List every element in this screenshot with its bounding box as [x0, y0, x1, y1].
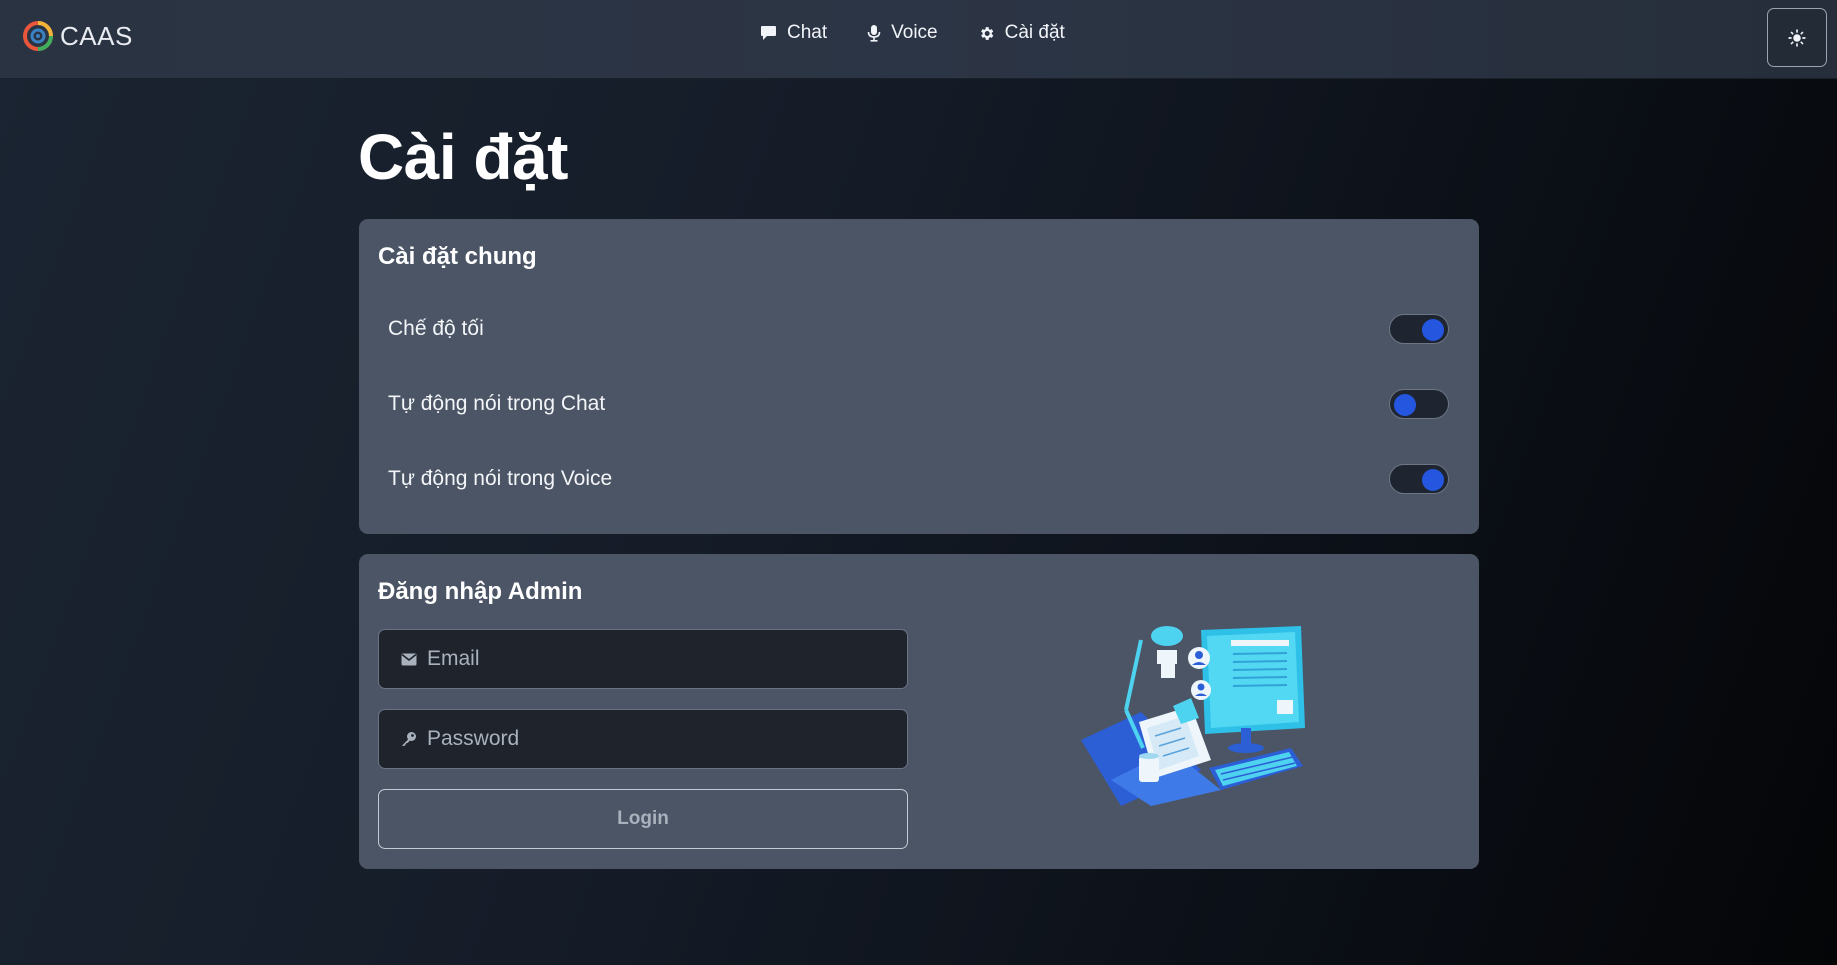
- auto-speak-voice-toggle[interactable]: [1389, 464, 1449, 494]
- workspace-illustration: [1081, 626, 1305, 806]
- envelope-icon: [401, 653, 417, 665]
- admin-login-title: Đăng nhập Admin: [378, 578, 583, 605]
- setting-label: Chế độ tối: [388, 317, 484, 340]
- toggle-knob: [1422, 319, 1444, 341]
- toggle-knob: [1394, 394, 1416, 416]
- caas-logo-icon: [23, 21, 53, 51]
- nav-item-label: Chat: [787, 22, 828, 43]
- general-settings-title: Cài đặt chung: [378, 243, 537, 270]
- brand-link[interactable]: CAAS: [22, 18, 133, 54]
- sun-icon: [1788, 28, 1806, 47]
- brand-name: CAAS: [60, 20, 133, 51]
- nav-item-label: Cài đặt: [1004, 22, 1065, 43]
- auto-speak-chat-toggle[interactable]: [1389, 389, 1449, 419]
- nav-item-voice[interactable]: Voice: [867, 22, 938, 44]
- microphone-icon: [867, 25, 881, 42]
- key-icon: [402, 732, 416, 746]
- email-field-wrapper: [378, 629, 908, 689]
- top-navbar: CAAS Chat Voice Cài đặt: [0, 0, 1837, 79]
- toggle-knob: [1422, 469, 1444, 491]
- setting-label: Tự động nói trong Chat: [388, 392, 606, 415]
- setting-dark-mode: Chế độ tối: [388, 309, 1449, 349]
- theme-toggle-button[interactable]: [1767, 8, 1827, 67]
- admin-login-card: Đăng nhập Admin Login: [359, 554, 1479, 869]
- nav-item-label: Voice: [891, 22, 938, 43]
- dark-mode-toggle[interactable]: [1389, 314, 1449, 344]
- login-button[interactable]: Login: [378, 789, 908, 849]
- nav-item-chat[interactable]: Chat: [760, 22, 827, 44]
- setting-auto-speak-voice: Tự động nói trong Voice: [388, 459, 1449, 499]
- setting-label: Tự động nói trong Voice: [388, 467, 613, 490]
- main-nav: Chat Voice Cài đặt: [760, 22, 1065, 44]
- email-field[interactable]: [427, 647, 907, 671]
- page-title: Cài đặt: [358, 121, 568, 193]
- nav-item-settings[interactable]: Cài đặt: [978, 22, 1065, 44]
- password-field[interactable]: [427, 727, 907, 751]
- chat-bubble-icon: [761, 26, 776, 40]
- password-field-wrapper: [378, 709, 908, 769]
- gear-icon: [980, 26, 993, 40]
- setting-auto-speak-chat: Tự động nói trong Chat: [388, 384, 1449, 424]
- general-settings-card: Cài đặt chung Chế độ tối Tự động nói tro…: [359, 219, 1479, 534]
